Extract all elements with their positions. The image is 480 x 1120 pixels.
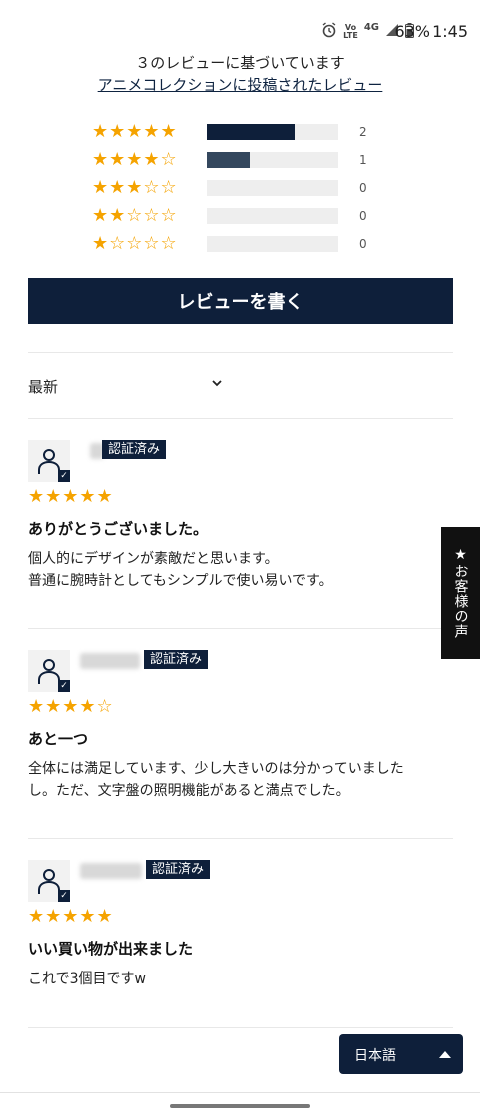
verified-badge: 認証済み xyxy=(146,860,211,879)
chevron-down-icon xyxy=(212,380,222,387)
gesture-nav-handle[interactable] xyxy=(170,1104,310,1108)
review-card: ✓ 認証済み ★★★★☆ あと一つ 全体には満足しています、少し大きいのは分かっ… xyxy=(28,650,453,820)
sort-dropdown[interactable]: 最新 xyxy=(28,370,228,402)
collection-reviews-link[interactable]: アニメコレクションに投稿されたレビュー xyxy=(0,74,480,95)
review-body-line: 全体には満足しています、少し大きいのは分かっていました xyxy=(28,761,404,777)
histogram-stars: ★★★★☆ xyxy=(92,149,178,170)
avatar: ✓ xyxy=(28,650,70,692)
review-card: ✓ 認証済み ★★★★★ いい買い物が出来ました これで3個目ですw xyxy=(28,860,453,1010)
review-title: あと一つ xyxy=(28,730,89,748)
histogram-count: 1 xyxy=(359,153,367,167)
histogram-stars: ★★★★★ xyxy=(92,121,178,142)
caret-up-icon xyxy=(439,1051,451,1058)
histogram-stars: ★★☆☆☆ xyxy=(92,205,178,226)
review-body: これで3個目ですw xyxy=(28,968,448,990)
histogram-stars: ★☆☆☆☆ xyxy=(92,233,178,254)
divider xyxy=(28,628,453,629)
histogram-bar-track xyxy=(207,208,338,224)
avatar: ✓ xyxy=(28,440,70,482)
review-body-line: 普通に腕時計としてもシンプルで使い易いです。 xyxy=(28,573,333,589)
avatar: ✓ xyxy=(28,860,70,902)
language-selector[interactable]: 日本語 xyxy=(339,1034,463,1074)
review-body-line: 個人的にデザインが素敵だと思います。 xyxy=(28,551,279,567)
histogram-row[interactable]: ★★★☆☆ 0 xyxy=(92,176,392,204)
divider xyxy=(28,352,453,353)
divider xyxy=(28,1027,453,1028)
review-rating-stars: ★★★★★ xyxy=(28,486,114,507)
review-count-summary: ３のレビューに基づいています xyxy=(135,54,345,72)
histogram-bar-fill xyxy=(207,124,295,140)
review-card: ✓ 認証済み ★★★★★ ありがとうございました。 個人的にデザインが素敵だと思… xyxy=(28,440,453,610)
review-rating-stars: ★★★★☆ xyxy=(28,696,114,717)
histogram-row[interactable]: ★★☆☆☆ 0 xyxy=(92,204,392,232)
histogram-count: 2 xyxy=(359,125,367,139)
network-type: 4G xyxy=(363,21,379,33)
histogram-row[interactable]: ★☆☆☆☆ 0 xyxy=(92,232,392,260)
reviewer-name-redacted xyxy=(80,863,142,879)
histogram-count: 0 xyxy=(359,209,367,223)
verified-check-icon: ✓ xyxy=(58,890,70,902)
alarm-clock-icon xyxy=(321,22,337,42)
verified-check-icon: ✓ xyxy=(58,470,70,482)
review-body-line: これで3個目ですw xyxy=(28,971,146,987)
verified-badge: 認証済み xyxy=(102,440,167,459)
clock-time: 1:45 xyxy=(432,22,468,41)
battery-percent: 63% xyxy=(394,22,430,41)
histogram-bar-track xyxy=(207,152,338,168)
histogram-bar-track xyxy=(207,236,338,252)
review-title: いい買い物が出来ました xyxy=(28,940,194,958)
divider xyxy=(28,418,453,419)
status-bar: Vo LTE 4G 63% 1:45 xyxy=(0,0,480,56)
histogram-row[interactable]: ★★★★★ 2 xyxy=(92,120,392,148)
histogram-row[interactable]: ★★★★☆ 1 xyxy=(92,148,392,176)
review-rating-stars: ★★★★★ xyxy=(28,906,114,927)
language-selected: 日本語 xyxy=(354,1048,396,1064)
histogram-bar-track xyxy=(207,180,338,196)
customer-voice-tab[interactable]: ★お客様の声 xyxy=(441,527,480,659)
customer-voice-label: ★お客様の声 xyxy=(452,547,469,639)
write-review-button[interactable]: レビューを書く xyxy=(28,278,453,324)
histogram-bar-track xyxy=(207,124,338,140)
volte-line-2: LTE xyxy=(343,31,358,40)
rating-histogram: ★★★★★ 2 ★★★★☆ 1 ★★★☆☆ 0 ★★☆☆☆ 0 ★☆☆☆☆ 0 xyxy=(92,120,392,260)
divider xyxy=(28,838,453,839)
review-title: ありがとうございました。 xyxy=(28,520,209,538)
histogram-bar-fill xyxy=(207,152,251,168)
histogram-count: 0 xyxy=(359,181,367,195)
review-body-line: し。ただ、文字盤の照明機能があると満点でした。 xyxy=(28,783,350,799)
histogram-count: 0 xyxy=(359,237,367,251)
reviewer-name-redacted xyxy=(80,653,140,669)
volte-icon: Vo LTE xyxy=(343,24,358,40)
histogram-stars: ★★★☆☆ xyxy=(92,177,178,198)
sort-selected-label: 最新 xyxy=(28,377,59,396)
review-body: 個人的にデザインが素敵だと思います。 普通に腕時計としてもシンプルで使い易いです… xyxy=(28,548,448,592)
divider xyxy=(0,1092,480,1093)
review-body: 全体には満足しています、少し大きいのは分かっていました し。ただ、文字盤の照明機… xyxy=(28,758,448,802)
verified-badge: 認証済み xyxy=(144,650,209,669)
verified-check-icon: ✓ xyxy=(58,680,70,692)
